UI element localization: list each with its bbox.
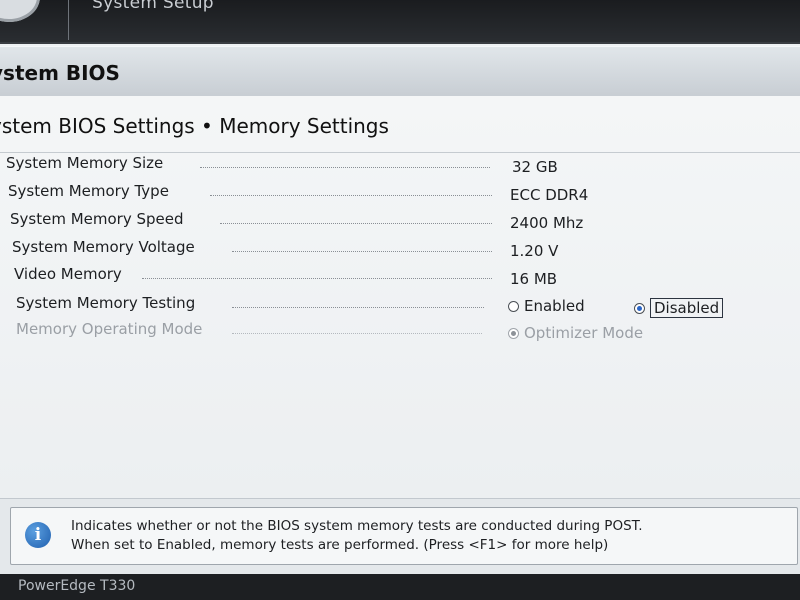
section-bar: ystem BIOS [0,46,800,98]
setting-value: 2400 Mhz [510,214,584,232]
model-name: PowerEdge T330 [18,578,136,594]
header-divider [68,0,69,40]
settings-panel: ystem BIOS Settings • Memory Settings Sy… [0,96,800,498]
radio-label: Optimizer Mode [524,324,644,342]
radio-button-icon[interactable] [508,300,519,312]
footer: PowerEdge T330 [0,574,800,600]
radio-button-selected-icon [508,327,519,339]
help-area: i Indicates whether or not the BIOS syst… [0,498,800,575]
help-box: i Indicates whether or not the BIOS syst… [10,507,798,565]
setting-label: Video Memory [14,265,122,283]
dot-leader [200,167,490,168]
top-header: System Setup [0,0,800,44]
radio-option-disabled[interactable]: Disabled [634,298,724,318]
setting-label: Memory Operating Mode [16,320,203,338]
dot-leader [142,278,492,279]
setting-row-memory-size: System Memory Size 32 GB [0,152,800,178]
dot-leader [220,223,492,224]
section-title: ystem BIOS [0,61,120,85]
help-text-line: Indicates whether or not the BIOS system… [71,518,643,534]
header-title: System Setup [92,0,214,13]
setting-label: System Memory Testing [16,294,196,312]
radio-label: Enabled [524,297,585,315]
setting-row-memory-voltage: System Memory Voltage 1.20 V [0,236,800,262]
bios-screen: System Setup ystem BIOS ystem BIOS Setti… [0,0,800,600]
radio-label: Disabled [650,298,724,318]
setting-label: System Memory Type [8,182,169,200]
dot-leader [232,251,492,252]
setting-value: 16 MB [510,270,558,288]
setting-row-operating-mode: Memory Operating Mode Optimizer Mode [0,318,800,344]
radio-option-optimizer-mode: Optimizer Mode [508,323,643,343]
page-title: ystem BIOS Settings • Memory Settings [0,114,389,138]
setting-row-memory-type: System Memory Type ECC DDR4 [0,180,800,206]
setting-label: System Memory Speed [10,210,184,228]
setting-row-memory-speed: System Memory Speed 2400 Mhz [0,208,800,234]
radio-option-enabled[interactable]: Enabled [508,296,585,316]
setting-label: System Memory Size [6,154,164,172]
dot-leader [210,195,492,196]
info-icon: i [25,522,51,548]
setting-row-video-memory: Video Memory 16 MB [0,263,800,289]
dot-leader [232,333,482,334]
dot-leader [232,307,484,308]
setting-value: 1.20 V [510,242,559,260]
setting-row-memory-testing: System Memory Testing Enabled Disabled [0,292,800,318]
dell-logo-icon [0,0,40,22]
setting-value: ECC DDR4 [510,186,589,204]
radio-button-selected-icon[interactable] [634,302,645,314]
help-text: Indicates whether or not the BIOS system… [71,517,643,555]
help-text-line: When set to Enabled, memory tests are pe… [71,537,609,553]
setting-label: System Memory Voltage [12,238,195,256]
setting-value: 32 GB [512,158,558,176]
